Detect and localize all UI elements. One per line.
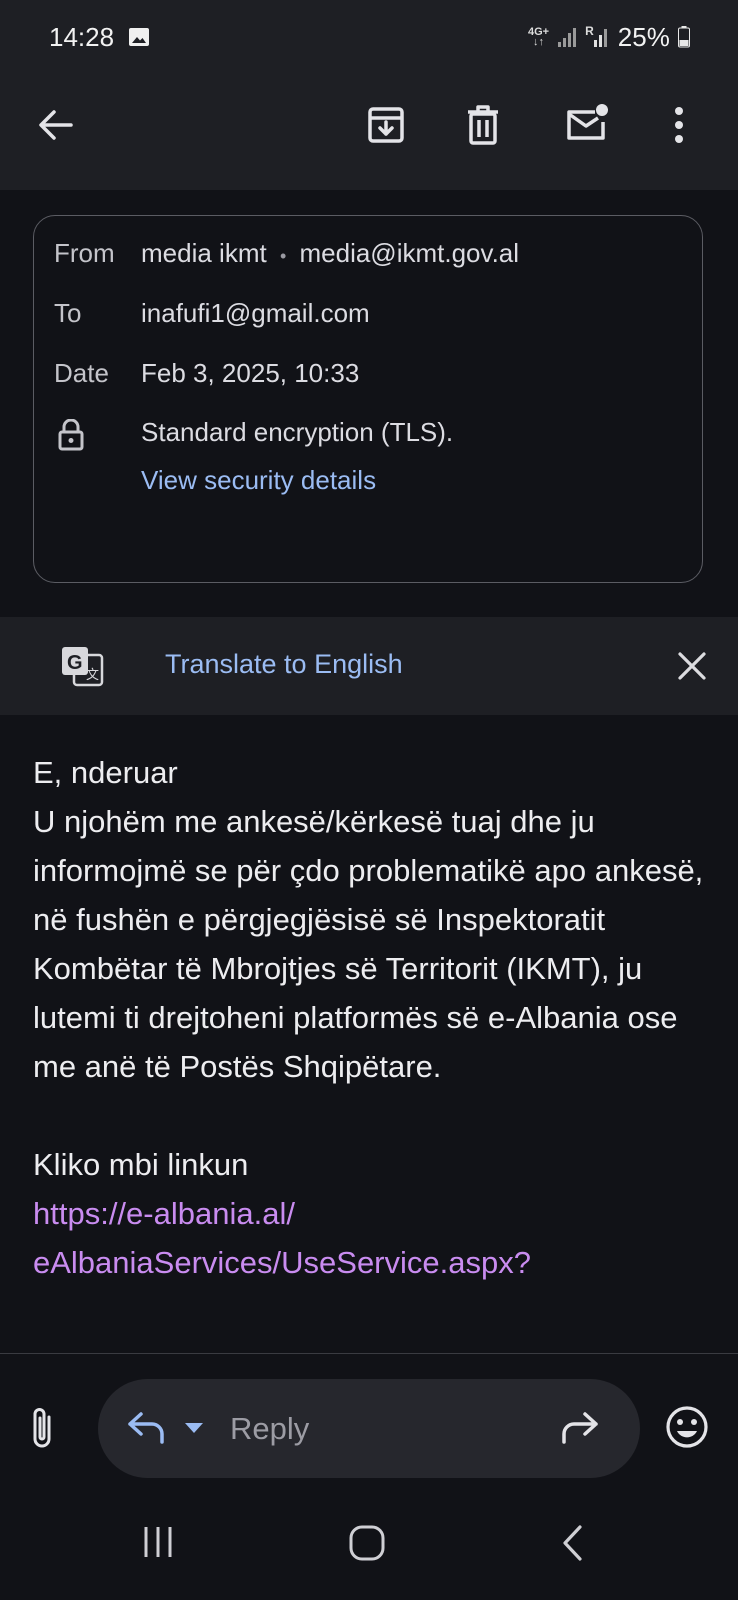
recipient-email[interactable]: inafufi1@gmail.com bbox=[141, 298, 370, 329]
status-indicators: 4G+ ↓↑ R 25% bbox=[528, 22, 690, 52]
emoji-button[interactable] bbox=[665, 1405, 715, 1455]
encryption-text: Standard encryption (TLS). bbox=[141, 417, 454, 447]
more-options-button[interactable] bbox=[659, 100, 699, 150]
e-albania-link[interactable]: https://e-albania.al/ eAlbaniaServices/U… bbox=[33, 1189, 713, 1287]
sender-email[interactable]: media@ikmt.gov.al bbox=[299, 238, 519, 268]
to-label: To bbox=[54, 298, 82, 328]
system-navigation-bar bbox=[0, 1500, 738, 1600]
attachment-icon bbox=[33, 1408, 51, 1448]
system-back-icon bbox=[563, 1525, 582, 1561]
network-type-indicator: 4G+ ↓↑ bbox=[528, 26, 550, 48]
home-icon bbox=[349, 1525, 385, 1561]
recent-apps-button[interactable] bbox=[140, 1525, 184, 1569]
sender-name: media ikmt bbox=[141, 238, 267, 268]
reply-options-dropdown-icon[interactable] bbox=[184, 1422, 204, 1434]
date-label: Date bbox=[54, 358, 109, 388]
back-arrow-icon bbox=[39, 110, 73, 140]
translate-to-english-button[interactable]: Translate to English bbox=[165, 649, 403, 680]
archive-button[interactable] bbox=[361, 100, 411, 150]
smiley-icon bbox=[666, 1406, 708, 1448]
view-security-details-link[interactable]: View security details bbox=[141, 465, 376, 496]
archive-icon bbox=[368, 107, 404, 143]
svg-text:G: G bbox=[67, 652, 83, 674]
email-cta: Kliko mbi linkun bbox=[33, 1147, 249, 1182]
google-translate-icon: G 文 bbox=[62, 647, 104, 687]
reply-bar[interactable]: Reply bbox=[98, 1379, 640, 1478]
system-back-button[interactable] bbox=[560, 1524, 596, 1568]
reply-label: Reply bbox=[230, 1411, 310, 1446]
forward-icon[interactable] bbox=[560, 1411, 600, 1445]
home-button[interactable] bbox=[348, 1524, 392, 1568]
attach-button[interactable] bbox=[28, 1405, 68, 1455]
top-app-bar: 14:28 4G+ ↓↑ R 25% bbox=[0, 0, 738, 190]
back-button[interactable] bbox=[30, 100, 80, 150]
email-body: E, nderuar U njohëm me ankesë/kërkesë tu… bbox=[33, 748, 713, 1287]
translate-bar: G 文 Translate to English bbox=[0, 617, 738, 715]
mark-unread-button[interactable] bbox=[562, 98, 612, 148]
svg-text:文: 文 bbox=[86, 668, 99, 683]
email-greeting: E, nderuar bbox=[33, 755, 178, 790]
message-details-card: From media ikmt • media@ikmt.gov.al To i… bbox=[33, 215, 703, 583]
mark-unread-icon bbox=[567, 104, 608, 140]
close-translate-button[interactable] bbox=[672, 646, 712, 686]
status-time: 14:28 bbox=[49, 22, 115, 52]
link-line-2: eAlbaniaServices/UseService.aspx? bbox=[33, 1245, 531, 1280]
more-vert-icon bbox=[675, 107, 683, 143]
from-label: From bbox=[54, 238, 115, 268]
separator-dot: • bbox=[279, 246, 287, 266]
recent-apps-icon bbox=[144, 1527, 172, 1557]
lock-icon bbox=[58, 419, 84, 451]
roaming-signal-icon: R bbox=[585, 25, 610, 48]
date-value: Feb 3, 2025, 10:33 bbox=[141, 358, 360, 388]
reply-icon bbox=[128, 1412, 164, 1444]
battery-icon bbox=[677, 26, 690, 48]
battery-percent: 25% bbox=[617, 21, 670, 52]
from-value: media ikmt • media@ikmt.gov.al bbox=[141, 238, 519, 269]
gallery-notification-icon bbox=[129, 28, 149, 46]
link-line-1: https://e-albania.al/ bbox=[33, 1196, 295, 1231]
delete-icon bbox=[468, 105, 498, 145]
email-paragraph: U njohëm me ankesë/kërkesë tuaj dhe ju i… bbox=[33, 804, 704, 1084]
delete-button[interactable] bbox=[458, 100, 508, 150]
close-icon bbox=[678, 652, 706, 680]
signal-icon bbox=[558, 28, 577, 47]
